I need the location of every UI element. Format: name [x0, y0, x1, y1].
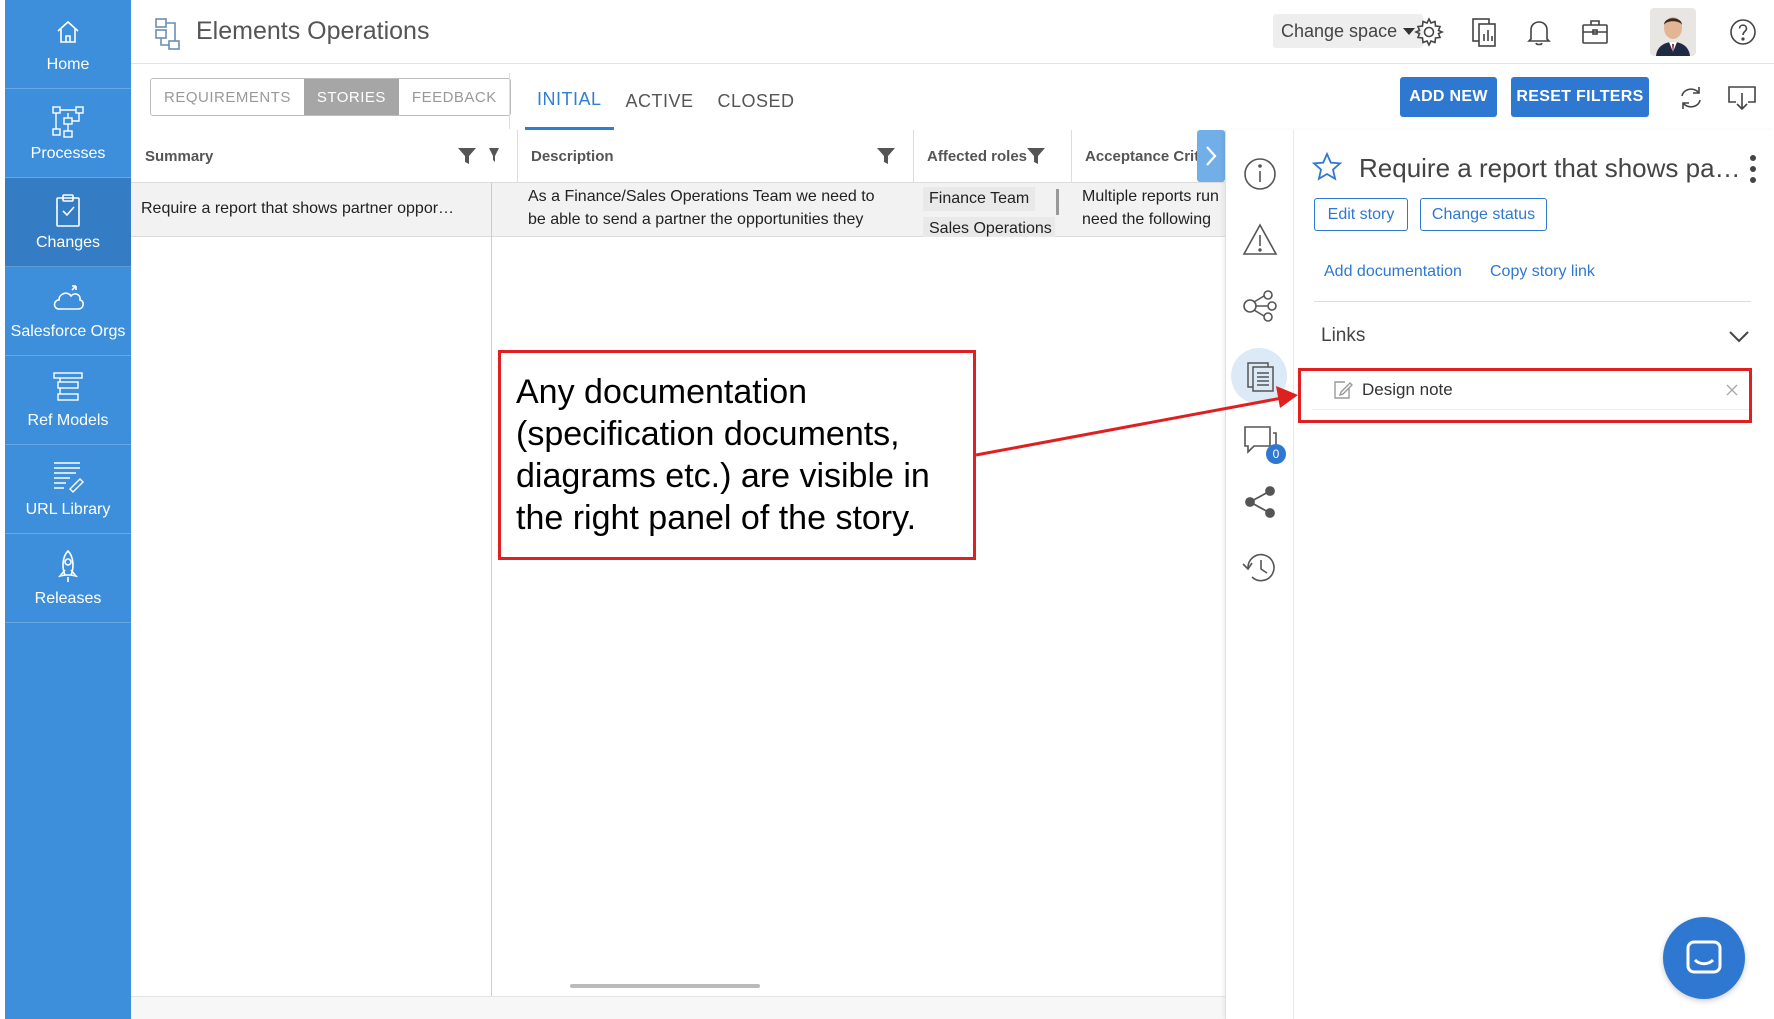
documents-icon[interactable] [1240, 356, 1280, 396]
download-icon[interactable] [1726, 84, 1758, 112]
change-space-label: Change space [1281, 20, 1398, 41]
segment-feedback[interactable]: FEEDBACK [398, 79, 510, 115]
description-line: As a Finance/Sales Operations Team we ne… [528, 188, 875, 205]
cell-summary: Require a report that shows partner oppo… [141, 200, 455, 217]
table-header: Summary Description Affected roles Accep… [131, 130, 1225, 183]
filter-icon[interactable] [876, 147, 896, 165]
avatar[interactable] [1650, 8, 1696, 56]
info-icon[interactable] [1240, 154, 1280, 194]
sidebar-item-label: Ref Models [27, 412, 109, 429]
change-status-button[interactable]: Change status [1420, 198, 1547, 231]
home-icon [57, 20, 79, 43]
column-divider [517, 130, 518, 183]
processes-icon [52, 106, 84, 138]
sidebar-item-label: Releases [34, 590, 102, 607]
sidebar-item-label: Salesforce Orgs [10, 323, 126, 340]
app-root: Home Processes Changes Salesforce Orgs R… [0, 0, 1774, 1019]
view-segmented-control: REQUIREMENTS STORIES FEEDBACK [150, 78, 511, 116]
cell-scrollbar[interactable] [1056, 189, 1059, 215]
cell-acceptance-criteria: Multiple reports run need the following [1082, 183, 1225, 237]
tab-closed[interactable]: CLOSED [706, 72, 807, 130]
app-logo-icon [155, 18, 180, 50]
column-header-affected-roles[interactable]: Affected roles [913, 130, 1043, 183]
filter-icon[interactable] [489, 147, 499, 165]
annotation-highlight-box [1298, 368, 1752, 423]
top-header: Elements Operations Change space [131, 0, 1774, 64]
cell-affected-roles: Finance Team Sales Operations [923, 183, 1063, 237]
history-icon[interactable] [1240, 548, 1280, 588]
story-title: Require a report that shows partner oppo… [1359, 153, 1749, 183]
column-header-summary[interactable]: Summary [131, 130, 491, 183]
filter-icon[interactable] [457, 147, 477, 165]
annotation-callout: Any documentation (specification documen… [498, 350, 976, 560]
toolbar-divider [509, 73, 510, 129]
acceptance-line: Multiple reports run [1082, 188, 1219, 205]
refresh-icon[interactable] [1677, 84, 1705, 112]
acceptance-line: need the following [1082, 211, 1211, 228]
sidebar-nav: Home Processes Changes Salesforce Orgs R… [5, 0, 131, 1019]
gear-icon[interactable] [1413, 16, 1445, 48]
sidebar-item-label: Changes [35, 234, 101, 251]
sidebar-item-releases[interactable]: Releases [5, 534, 131, 623]
help-icon[interactable] [1727, 16, 1759, 48]
add-new-button[interactable]: ADD NEW [1400, 77, 1497, 117]
cell-description: As a Finance/Sales Operations Team we ne… [528, 183, 906, 237]
more-options-icon[interactable] [1749, 154, 1757, 184]
sidebar-item-label: Home [46, 56, 90, 73]
warning-icon[interactable] [1240, 220, 1280, 260]
segment-requirements[interactable]: REQUIREMENTS [151, 79, 304, 115]
sidebar-item-salesforce-orgs[interactable]: Salesforce Orgs [5, 267, 131, 356]
column-header-acceptance-criteria[interactable]: Acceptance Criteri [1071, 130, 1211, 183]
bell-icon[interactable] [1523, 16, 1555, 48]
hierarchy-icon[interactable] [1240, 286, 1280, 326]
role-chip: Finance Team [923, 187, 1036, 211]
sidebar-item-ref-models[interactable]: Ref Models [5, 356, 131, 445]
table-row[interactable]: Require a report that shows partner oppo… [131, 183, 1225, 237]
links-section-title: Links [1321, 325, 1366, 346]
sidebar-item-processes[interactable]: Processes [5, 89, 131, 178]
chat-launcher-button[interactable] [1663, 917, 1745, 999]
copy-story-link[interactable]: Copy story link [1490, 263, 1595, 281]
collapse-panel-button[interactable] [1197, 130, 1225, 182]
star-icon[interactable] [1311, 151, 1343, 183]
edit-story-button[interactable]: Edit story [1314, 198, 1408, 231]
sidebar-item-home[interactable]: Home [5, 0, 131, 89]
cloud-icon [53, 285, 84, 310]
url-library-icon [54, 462, 84, 493]
table-footer [131, 996, 1225, 1019]
annotation-text: Any documentation (specification documen… [516, 373, 930, 537]
chat-icon [1686, 940, 1722, 974]
panel-divider [1314, 301, 1751, 302]
sidebar-item-label: URL Library [25, 501, 111, 518]
filter-icon[interactable] [1026, 147, 1046, 165]
column-header-description[interactable]: Description [517, 130, 817, 183]
briefcase-icon[interactable] [1579, 16, 1611, 48]
comment-count-badge: 0 [1266, 444, 1286, 464]
role-chip: Sales Operations [923, 217, 1055, 237]
chevron-down-icon[interactable] [1728, 330, 1750, 344]
panel-icon-column: 0 [1226, 130, 1294, 1019]
story-details-panel: 0 Require a report that shows partner op… [1225, 130, 1774, 1019]
add-documentation-link[interactable]: Add documentation [1324, 263, 1462, 281]
clipboard-check-icon [56, 194, 80, 227]
horizontal-scrollbar[interactable] [570, 984, 760, 988]
share-icon[interactable] [1240, 482, 1280, 522]
tab-active[interactable]: ACTIVE [614, 72, 706, 130]
sidebar-item-changes[interactable]: Changes [5, 178, 131, 267]
sidebar-item-url-library[interactable]: URL Library [5, 445, 131, 534]
documents-icon[interactable] [1469, 16, 1501, 48]
description-line: be able to send a partner the opportunit… [528, 211, 864, 228]
rocket-icon [57, 549, 79, 582]
reset-filters-button[interactable]: RESET FILTERS [1511, 77, 1649, 117]
change-space-dropdown[interactable]: Change space [1273, 14, 1424, 48]
sidebar-item-label: Processes [30, 145, 106, 162]
page-title: Elements Operations [196, 17, 430, 45]
tab-initial[interactable]: INITIAL [525, 72, 614, 130]
chevron-right-icon [1206, 146, 1217, 166]
stories-table: Summary Description Affected roles Accep… [131, 130, 1225, 998]
segment-stories[interactable]: STORIES [303, 79, 399, 115]
pinned-column-divider [491, 183, 492, 998]
status-tabs: INITIAL ACTIVE CLOSED [525, 72, 807, 130]
ref-models-icon [53, 372, 83, 401]
